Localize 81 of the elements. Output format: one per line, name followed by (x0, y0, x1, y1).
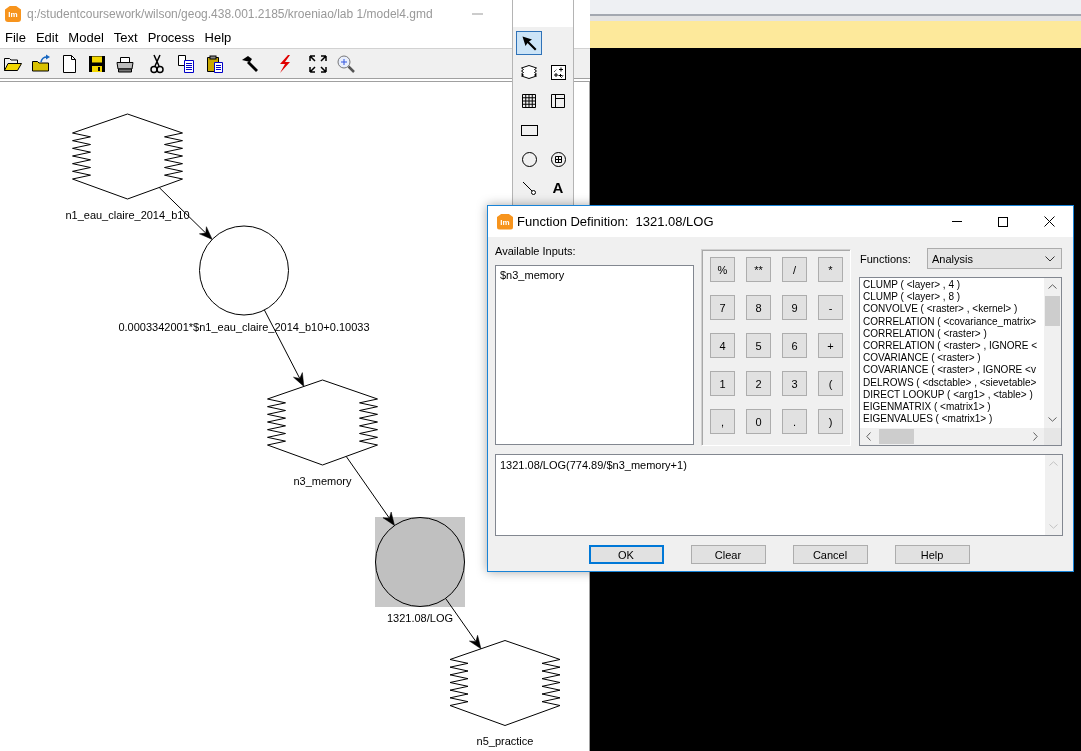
keypad-button[interactable]: , (710, 409, 735, 434)
keypad-button[interactable]: 7 (710, 295, 735, 320)
window-title: Function Definition: 1321.08/LOG (517, 214, 714, 229)
chevron-left-icon[interactable] (866, 432, 871, 441)
folder-arrow-icon[interactable] (31, 53, 51, 74)
close-icon[interactable] (1043, 216, 1055, 227)
keypad-button[interactable]: 4 (710, 333, 735, 358)
tool-button[interactable]: A (545, 176, 571, 200)
function-list-item[interactable]: CLUMP ( <layer> , 4 ) (862, 279, 1044, 292)
function-list-item[interactable]: DELROWS ( <dsctable> , <sievetable> (862, 376, 1044, 389)
keypad-button[interactable]: - (818, 295, 843, 320)
keypad-button[interactable]: * (818, 257, 843, 282)
rectangle-icon (520, 124, 538, 136)
menu-item[interactable]: Model (63, 29, 109, 47)
keypad-button[interactable]: / (782, 257, 807, 282)
keypad-button[interactable]: ** (746, 257, 771, 282)
maximize-icon[interactable] (998, 216, 1008, 227)
menu-item[interactable]: Process (142, 29, 200, 47)
keypad-button[interactable]: + (818, 333, 843, 358)
magnifier-icon[interactable] (336, 53, 356, 74)
circle-icon (521, 151, 537, 167)
dialog-button[interactable]: Clear (690, 545, 766, 564)
function-list-item[interactable]: EIGENMATRIX ( <matrix1> ) (862, 401, 1044, 414)
connector-line-icon (522, 181, 536, 195)
app-logo: Im (5, 6, 21, 22)
keypad-button[interactable]: 6 (782, 333, 807, 358)
hexagon-icon (521, 65, 537, 79)
keypad-button[interactable]: % (710, 257, 735, 282)
keypad-button[interactable]: ) (818, 409, 843, 434)
function-list-item[interactable]: CORRELATION ( <covariance_matrix> (862, 315, 1044, 328)
function-list-item[interactable]: DIRECT LOOKUP ( <arg1> , <table> ) (862, 388, 1044, 402)
copy-icon[interactable] (176, 53, 196, 74)
window-title: q:/studentcoursework/wilson/geog.438.001.2185/kroeniao/lab 1/model4.gmd (27, 7, 433, 21)
chevron-down-icon (1045, 255, 1055, 262)
input-list-item[interactable]: $n3_memory (497, 268, 692, 282)
scrollbar-thumb[interactable] (1045, 296, 1060, 326)
functions-label: Functions: (860, 252, 911, 265)
keypad-button[interactable]: . (782, 409, 807, 434)
keypad-button[interactable]: 3 (782, 371, 807, 396)
menu-item[interactable]: Help (199, 29, 237, 47)
menu-item[interactable]: Text (108, 29, 143, 47)
paste-icon[interactable] (205, 53, 225, 74)
node-label: 1321.08/LOG (386, 612, 454, 624)
chevron-down-icon[interactable] (1048, 417, 1057, 422)
category-dropdown[interactable]: Analysis (927, 248, 1062, 269)
fit-arrows-icon[interactable] (308, 53, 328, 74)
menu-item[interactable]: File (0, 29, 31, 47)
scrollbar-thumb[interactable] (879, 429, 914, 444)
dialog-button[interactable]: OK (588, 545, 664, 564)
dialog-button[interactable]: Help (894, 545, 970, 564)
table-icon (551, 94, 565, 108)
grid-icon (522, 94, 536, 108)
scissors-icon[interactable] (147, 53, 167, 74)
hammer-icon[interactable] (240, 53, 260, 74)
function-list-item[interactable]: CORRELATION ( <raster> ) (862, 327, 1044, 340)
inputs-label: Available Inputs: (495, 244, 576, 259)
keypad-button[interactable]: 2 (746, 371, 771, 396)
function-list-item[interactable]: EIGENVALUES ( <matrix1> ) (862, 413, 1044, 426)
tool-button[interactable] (516, 31, 542, 55)
function-list-item[interactable]: CONVOLVE ( <raster> , <kernel> ) (862, 303, 1044, 316)
chevron-right-icon[interactable] (1033, 432, 1038, 441)
function-list-item[interactable]: COVARIANCE ( <raster> , IGNORE <v (862, 364, 1044, 377)
keypad-button[interactable]: 8 (746, 295, 771, 320)
function-list-item[interactable]: COVARIANCE ( <raster> ) (862, 352, 1044, 365)
dialog-button[interactable]: Cancel (792, 545, 868, 564)
app-logo: Im (497, 213, 513, 230)
keypad-button[interactable]: 0 (746, 409, 771, 434)
node-label: n5_practice (476, 735, 534, 747)
node-label: n1_eau_claire_2014_b10 (65, 208, 190, 221)
function-list-item[interactable]: CLUMP ( <layer> , 8 ) (862, 291, 1044, 304)
keypad-button[interactable]: ( (818, 371, 843, 396)
arrow-pointer-icon (521, 35, 537, 51)
keypad-button[interactable]: 5 (746, 333, 771, 358)
function-list-item[interactable]: CORRELATION ( <raster> , IGNORE < (862, 340, 1044, 353)
circled-grid-icon (550, 151, 566, 167)
node-label: n3_memory (293, 474, 352, 487)
chevron-up-icon[interactable] (1048, 284, 1057, 289)
scatter-square-icon (550, 64, 566, 80)
keypad-button[interactable]: 9 (782, 295, 807, 320)
menu-item[interactable]: Edit (30, 29, 64, 47)
keypad-button[interactable]: 1 (710, 371, 735, 396)
